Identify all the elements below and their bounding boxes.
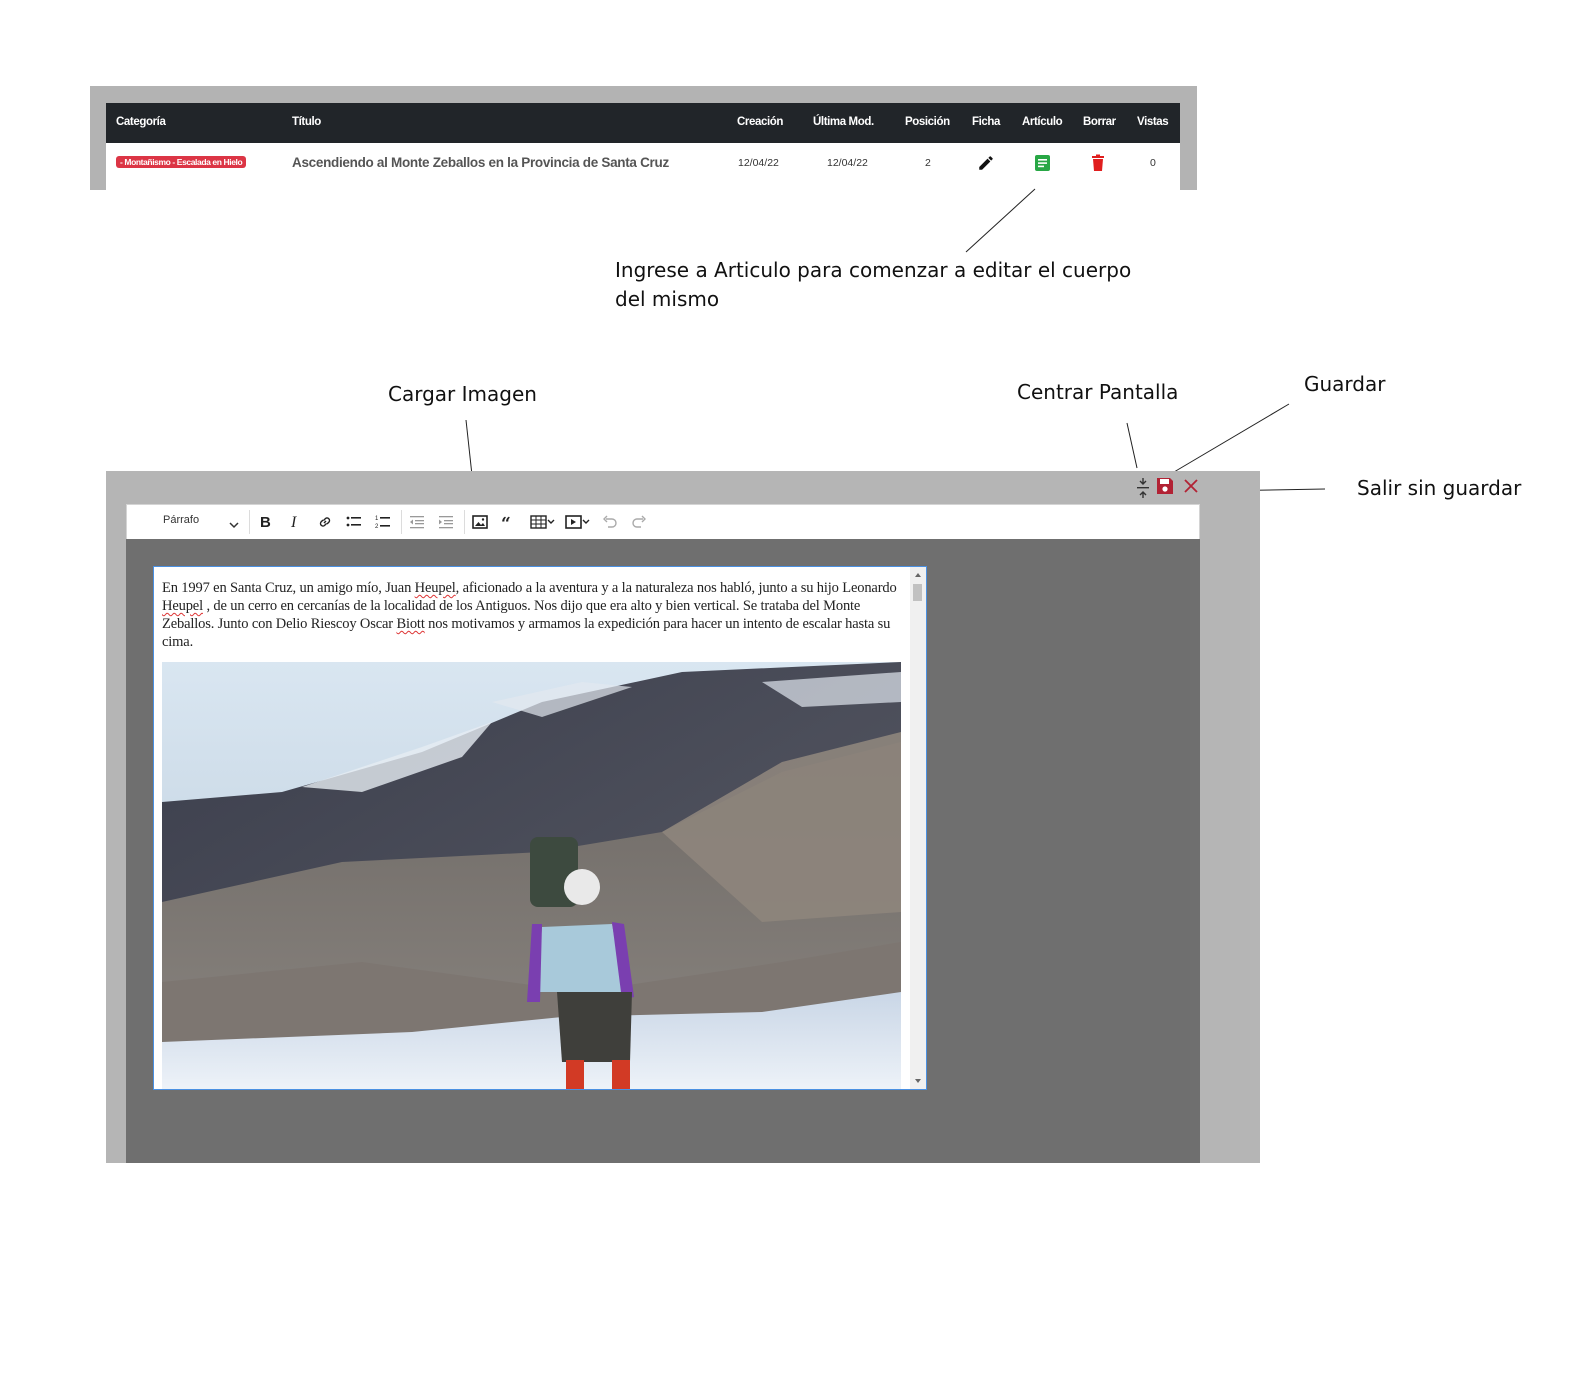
chevron-down-icon[interactable]	[229, 515, 239, 534]
table-header: Categoría Título Creación Última Mod. Po…	[106, 103, 1180, 143]
table-icon[interactable]	[528, 512, 558, 532]
annotation-centrar-pantalla: Centrar Pantalla	[1017, 380, 1179, 404]
scroll-down-icon[interactable]	[910, 1075, 926, 1087]
editor-document[interactable]: En 1997 en Santa Cruz, un amigo mío, Jua…	[153, 566, 927, 1090]
header-articulo: Artículo	[1022, 116, 1063, 128]
image-icon[interactable]	[469, 512, 491, 532]
svg-text:B: B	[260, 514, 271, 530]
text-segment: Riesco	[310, 616, 350, 632]
close-icon[interactable]	[1183, 478, 1199, 498]
italic-icon[interactable]: I	[284, 512, 306, 532]
pencil-icon[interactable]	[977, 154, 995, 177]
redo-icon[interactable]	[628, 512, 650, 532]
row-ultima-mod: 12/04/22	[827, 157, 868, 169]
save-icon[interactable]	[1155, 476, 1175, 500]
annotation-salir-sin-guardar: Salir sin guardar	[1357, 476, 1522, 500]
spellcheck-word: Heupel	[162, 598, 203, 614]
header-titulo: Título	[292, 116, 321, 128]
spellcheck-word: Biott	[396, 616, 425, 632]
text-segment: En 1997 en Santa Cruz, un amigo mío, Jua…	[162, 580, 415, 596]
row-posicion: 2	[925, 157, 931, 169]
header-vistas: Vistas	[1137, 116, 1169, 128]
header-categoria: Categoría	[116, 116, 166, 128]
editor-screenshot: Párrafo B I 12 “ En 1997 en Santa Cruz, …	[106, 471, 1260, 1163]
svg-text:1: 1	[375, 516, 379, 522]
article-body-text[interactable]: En 1997 en Santa Cruz, un amigo mío, Jua…	[162, 579, 904, 651]
media-icon[interactable]	[563, 512, 593, 532]
row-vistas: 0	[1150, 157, 1156, 169]
articles-table-screenshot: Categoría Título Creación Última Mod. Po…	[90, 86, 1197, 190]
category-badge: - Montañismo - Escalada en Hielo	[116, 156, 247, 168]
blockquote-icon[interactable]: “	[498, 512, 520, 532]
annotation-articulo-line1: Ingrese a Articulo para comenzar a edita…	[615, 258, 1132, 282]
row-creacion: 12/04/22	[738, 157, 779, 169]
text-segment: , aficionado a la aventura y a la natura…	[455, 580, 897, 596]
header-creacion: Creación	[737, 116, 784, 128]
article-icon[interactable]	[1034, 154, 1051, 177]
text-segment: y Oscar	[349, 616, 397, 632]
header-ficha: Ficha	[972, 116, 1001, 128]
paragraph-format-select[interactable]: Párrafo	[163, 514, 199, 526]
bold-icon[interactable]: B	[255, 512, 277, 532]
center-screen-icon[interactable]	[1135, 477, 1151, 503]
header-ultima-mod: Última Mod.	[813, 116, 874, 128]
link-icon[interactable]	[314, 512, 336, 532]
editor-scrollbar[interactable]	[910, 567, 926, 1089]
svg-text:I: I	[290, 514, 297, 530]
spellcheck-word: Heupel	[414, 580, 456, 596]
undo-icon[interactable]	[599, 512, 621, 532]
table-row: - Montañismo - Escalada en Hielo Ascendi…	[106, 143, 1180, 183]
articles-table: Categoría Título Creación Última Mod. Po…	[106, 103, 1180, 190]
annotation-articulo: Ingrese a Articulo para comenzar a edita…	[615, 256, 1175, 314]
toolbar-divider	[249, 510, 250, 534]
annotation-guardar: Guardar	[1304, 372, 1386, 396]
outdent-icon[interactable]	[406, 512, 428, 532]
toolbar-divider	[401, 510, 402, 534]
editor-toolbar: Párrafo B I 12 “	[126, 504, 1200, 540]
bulleted-list-icon[interactable]	[343, 512, 365, 532]
trash-icon[interactable]	[1090, 154, 1106, 177]
scrollbar-thumb[interactable]	[913, 584, 922, 601]
scroll-up-icon[interactable]	[910, 569, 926, 581]
header-borrar: Borrar	[1083, 116, 1116, 128]
annotation-articulo-line2: del mismo	[615, 287, 720, 311]
svg-text:“: “	[501, 515, 511, 529]
indent-icon[interactable]	[435, 512, 457, 532]
article-photo[interactable]	[162, 662, 901, 1089]
numbered-list-icon[interactable]: 12	[372, 512, 394, 532]
row-title: Ascendiendo al Monte Zeballos en la Prov…	[292, 155, 669, 170]
toolbar-divider	[464, 510, 465, 534]
header-posicion: Posición	[905, 116, 950, 128]
annotation-cargar-imagen: Cargar Imagen	[388, 382, 537, 406]
svg-text:2: 2	[375, 524, 379, 530]
